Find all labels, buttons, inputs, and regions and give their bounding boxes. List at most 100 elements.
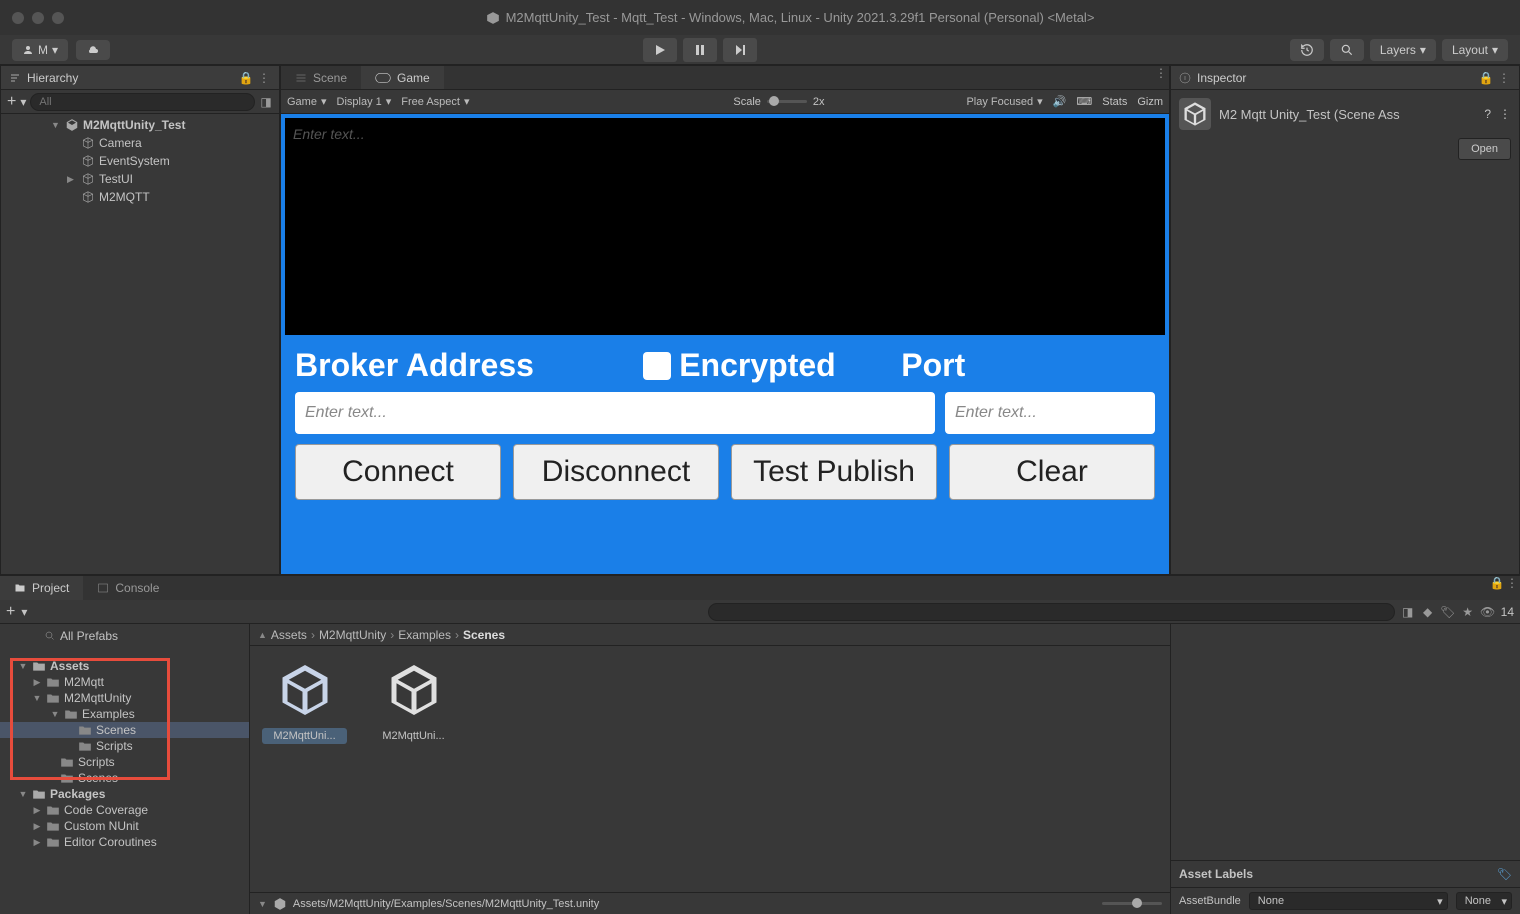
breadcrumb-assets[interactable]: Assets: [271, 628, 307, 642]
add-button[interactable]: +: [6, 603, 15, 621]
expand-toggle[interactable]: ▶: [67, 174, 77, 185]
assetbundle-variant-dropdown[interactable]: None▾: [1456, 892, 1512, 910]
clear-button[interactable]: Clear: [949, 444, 1155, 500]
tree-item-scenes[interactable]: Scenes: [0, 722, 249, 738]
tree-item-editor-coroutines[interactable]: ▶Editor Coroutines: [0, 834, 249, 850]
game-log-textarea[interactable]: Enter text...: [285, 118, 1165, 335]
close-window-icon[interactable]: [12, 12, 24, 24]
tree-item-scripts-2[interactable]: Scripts: [0, 754, 249, 770]
menu-icon[interactable]: ⋮: [1153, 66, 1169, 80]
tab-console[interactable]: Console: [83, 576, 173, 600]
tree-item-packages[interactable]: ▼Packages: [0, 786, 249, 802]
hidden-icon[interactable]: 👁: [1481, 605, 1495, 619]
lock-icon[interactable]: 🔒: [1479, 71, 1493, 85]
tree-item-scenes-2[interactable]: Scenes: [0, 770, 249, 786]
expand-toggle[interactable]: ▶: [32, 677, 42, 688]
minimize-window-icon[interactable]: [32, 12, 44, 24]
menu-icon[interactable]: ⋮: [1497, 71, 1511, 85]
scale-slider[interactable]: [767, 100, 807, 103]
step-button[interactable]: [723, 38, 757, 62]
asset-item[interactable]: M2MqttUni...: [371, 658, 456, 744]
open-button[interactable]: Open: [1458, 138, 1511, 160]
unity-scene-icon: [273, 897, 287, 911]
filter-icon[interactable]: ◨: [1401, 605, 1415, 619]
stats-button[interactable]: Stats: [1102, 96, 1127, 108]
tree-item-prefabs[interactable]: All Prefabs: [0, 628, 249, 644]
tree-item-testui[interactable]: ▶ TestUI: [1, 170, 279, 188]
tab-project[interactable]: Project: [0, 576, 83, 600]
chevron-down-icon[interactable]: ▾: [20, 95, 26, 109]
display-dropdown[interactable]: Display 1 ▾: [337, 95, 392, 108]
breadcrumb-m2mqttunity[interactable]: M2MqttUnity: [319, 628, 386, 642]
tab-game[interactable]: Game: [361, 66, 444, 89]
tab-scene[interactable]: Scene: [281, 66, 361, 89]
menu-icon[interactable]: ⋮: [1499, 107, 1511, 121]
expand-toggle[interactable]: ▶: [32, 837, 42, 848]
undo-history-button[interactable]: [1290, 39, 1324, 61]
test-publish-button[interactable]: Test Publish: [731, 444, 937, 500]
mute-icon[interactable]: 🔊: [1053, 95, 1067, 108]
chevron-down-icon[interactable]: ▾: [21, 605, 27, 619]
tree-item-eventsystem[interactable]: EventSystem: [1, 152, 279, 170]
main-toolbar: M ▾ Layers ▾ Layout ▾: [0, 35, 1520, 65]
type-filter-icon[interactable]: ◆: [1421, 605, 1435, 619]
maximize-window-icon[interactable]: [52, 12, 64, 24]
project-search-input[interactable]: [708, 603, 1395, 621]
filter-icon[interactable]: ◨: [259, 95, 273, 109]
encrypted-checkbox[interactable]: [643, 352, 671, 380]
scroll-down-icon[interactable]: ▼: [258, 899, 267, 909]
tree-item-code-coverage[interactable]: ▶Code Coverage: [0, 802, 249, 818]
expand-toggle[interactable]: ▼: [18, 661, 28, 671]
expand-toggle[interactable]: ▼: [50, 709, 60, 719]
tree-item-custom-nunit[interactable]: ▶Custom NUnit: [0, 818, 249, 834]
chevron-down-icon: ▾: [52, 43, 58, 57]
tree-item-camera[interactable]: Camera: [1, 134, 279, 152]
disconnect-button[interactable]: Disconnect: [513, 444, 719, 500]
search-button[interactable]: [1330, 39, 1364, 61]
layout-dropdown[interactable]: Layout ▾: [1442, 39, 1508, 61]
hierarchy-search-input[interactable]: [30, 93, 255, 111]
assetbundle-dropdown[interactable]: None▾: [1249, 892, 1448, 910]
cloud-button[interactable]: [76, 40, 110, 60]
help-icon[interactable]: ?: [1484, 107, 1491, 121]
play-button[interactable]: [643, 38, 677, 62]
tree-item-scene[interactable]: ▼ M2MqttUnity_Test: [1, 116, 279, 134]
scroll-up-icon[interactable]: ▲: [258, 630, 267, 640]
tree-item-m2mqtt[interactable]: M2MQTT: [1, 188, 279, 206]
breadcrumb-examples[interactable]: Examples: [398, 628, 451, 642]
tree-item-m2mqtt[interactable]: ▶M2Mqtt: [0, 674, 249, 690]
connect-button[interactable]: Connect: [295, 444, 501, 500]
tree-item-scripts[interactable]: Scripts: [0, 738, 249, 754]
expand-toggle[interactable]: ▶: [32, 821, 42, 832]
expand-toggle[interactable]: ▼: [32, 693, 42, 703]
pause-button[interactable]: [683, 38, 717, 62]
assetbundle-label: AssetBundle: [1179, 895, 1241, 907]
folder-icon: [46, 676, 60, 688]
lock-icon[interactable]: 🔒: [239, 71, 253, 85]
favorite-icon[interactable]: ★: [1461, 605, 1475, 619]
label-filter-icon[interactable]: 🏷: [1441, 605, 1455, 619]
expand-toggle[interactable]: ▶: [32, 805, 42, 816]
account-button[interactable]: M ▾: [12, 39, 68, 61]
tree-item-assets[interactable]: ▼Assets: [0, 658, 249, 674]
label-tag-icon[interactable]: 🏷: [1497, 867, 1512, 881]
play-mode-dropdown[interactable]: Play Focused ▾: [966, 95, 1042, 108]
keyboard-icon[interactable]: ⌨: [1076, 95, 1092, 108]
tree-item-examples[interactable]: ▼Examples: [0, 706, 249, 722]
breadcrumb-scenes[interactable]: Scenes: [463, 628, 505, 642]
thumbnail-zoom-slider[interactable]: [1102, 902, 1162, 905]
tree-item-m2mqttunity[interactable]: ▼M2MqttUnity: [0, 690, 249, 706]
game-dropdown[interactable]: Game ▾: [287, 95, 327, 108]
expand-toggle[interactable]: ▼: [51, 120, 61, 130]
aspect-dropdown[interactable]: Free Aspect ▾: [401, 95, 469, 108]
broker-address-input[interactable]: Enter text...: [295, 392, 935, 434]
menu-icon[interactable]: ⋮: [1504, 576, 1520, 590]
asset-item[interactable]: M2MqttUni...: [262, 658, 347, 744]
add-button[interactable]: +: [7, 93, 16, 111]
gizmos-button[interactable]: Gizm: [1137, 96, 1163, 108]
port-input[interactable]: Enter text...: [945, 392, 1155, 434]
expand-toggle[interactable]: ▼: [18, 789, 28, 799]
lock-icon[interactable]: 🔒: [1490, 576, 1504, 590]
layers-dropdown[interactable]: Layers ▾: [1370, 39, 1436, 61]
menu-icon[interactable]: ⋮: [257, 71, 271, 85]
